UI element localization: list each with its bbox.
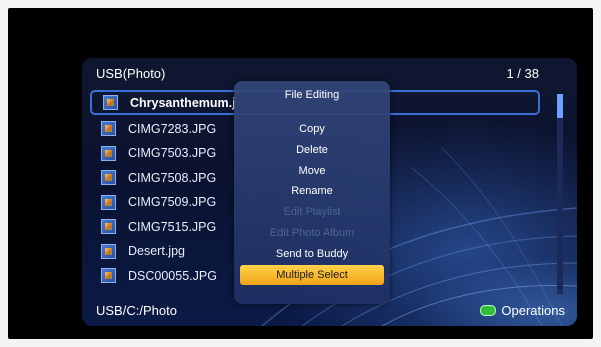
scroll-thumb[interactable] xyxy=(557,94,563,118)
menu-item-edit-playlist: Edit Playlist xyxy=(283,206,341,219)
menu-item-delete[interactable]: Delete xyxy=(234,140,390,161)
current-path: USB/C:/Photo xyxy=(96,303,177,318)
menu-item-edit-photo-album: Edit Photo Album xyxy=(269,226,355,239)
file-name: CIMG7503.JPG xyxy=(128,146,217,161)
image-file-icon xyxy=(101,121,116,137)
file-name: DSC00055.JPG xyxy=(128,268,217,283)
menu-title: File Editing xyxy=(284,89,340,101)
file-editing-menu: File Editing Copy Delete Move Rename Edi… xyxy=(234,81,390,304)
file-name: Chrysanthemum.j xyxy=(130,95,236,110)
image-file-icon xyxy=(101,170,116,186)
file-name: CIMG7515.JPG xyxy=(128,219,217,234)
menu-item-multiple-select[interactable]: Multiple Select xyxy=(240,264,384,286)
menu-item-send-to-buddy[interactable]: Send to Buddy xyxy=(234,244,390,265)
image-file-icon xyxy=(101,145,116,161)
menu-items: Copy Delete Move Rename Edit Playlist Ed… xyxy=(234,119,390,286)
tv-screen: USB(Photo) 1 / 38 Chrysanthemum.j CIMG72… xyxy=(8,8,593,339)
menu-item-move[interactable]: Move xyxy=(234,161,390,182)
file-name: CIMG7509.JPG xyxy=(128,195,217,210)
menu-item-copy[interactable]: Copy xyxy=(234,119,390,140)
operations-label: Operations xyxy=(501,303,565,318)
menu-item-rename[interactable]: Rename xyxy=(234,181,390,202)
operations-hint[interactable]: Operations xyxy=(480,303,565,318)
file-name: Desert.jpg xyxy=(128,244,185,259)
image-file-icon xyxy=(101,194,116,210)
file-name: CIMG7283.JPG xyxy=(128,121,217,136)
image-file-icon xyxy=(101,219,116,235)
image-file-icon xyxy=(101,243,116,259)
scrollbar[interactable] xyxy=(557,94,563,294)
image-file-icon xyxy=(103,95,118,110)
green-button-icon xyxy=(480,305,497,316)
file-name: CIMG7508.JPG xyxy=(128,170,217,185)
image-file-icon xyxy=(101,268,116,284)
page-counter: 1 / 38 xyxy=(506,66,539,81)
page-title: USB(Photo) xyxy=(96,66,166,81)
